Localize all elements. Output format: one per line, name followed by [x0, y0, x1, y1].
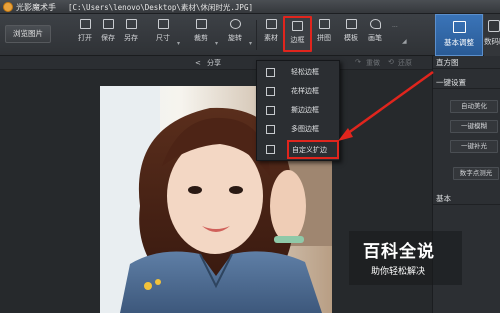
watermark-subtitle: 助你轻松解决: [371, 267, 426, 277]
watermark-title: 百科全说: [363, 242, 435, 262]
watermark: 百科全说 助你轻松解决: [349, 231, 462, 285]
